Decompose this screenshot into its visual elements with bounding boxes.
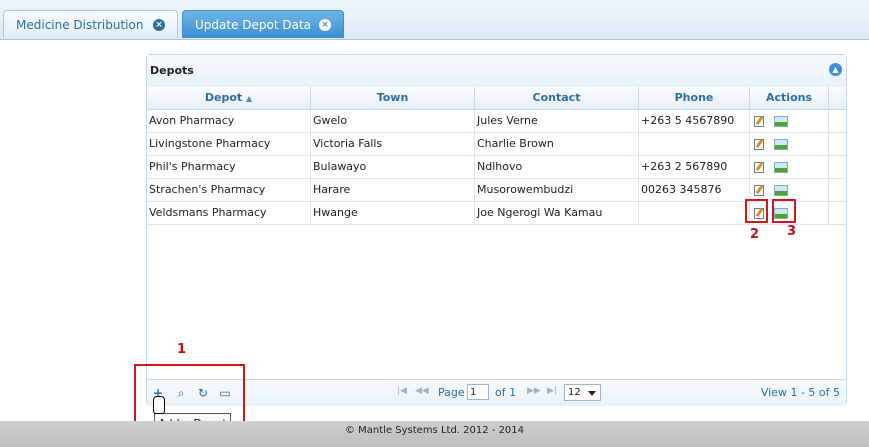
cell-phone: [639, 133, 750, 155]
cell-phone: 00263 345876: [639, 179, 750, 201]
table-row[interactable]: Strachen's Pharmacy Harare Musorowembudz…: [147, 179, 846, 202]
cell-actions: [750, 133, 829, 155]
cell-depot: Veldsmans Pharmacy: [147, 202, 311, 224]
cell-depot: Avon Pharmacy: [147, 110, 311, 132]
image-icon[interactable]: [774, 161, 788, 173]
depots-grid: Depots ▲ Depot ▲ Town Contact Phone Acti…: [146, 54, 847, 406]
cell-town: Bulawayo: [311, 156, 475, 178]
cell-town: Harare: [311, 179, 475, 201]
image-icon[interactable]: [774, 138, 788, 150]
cell-contact: Musorowembudzi: [475, 179, 639, 201]
grid-title: Depots: [150, 64, 194, 77]
tab-label: Update Depot Data: [195, 17, 312, 32]
annotation-number-2: 2: [750, 227, 760, 242]
grid-pager: + ⌕ ↻ ▭ |◀ ◀◀ Page 1 of 1 ▶▶ ▶| 12 View …: [147, 379, 846, 406]
cell-contact: Ndlhovo: [475, 156, 639, 178]
footer-copyright: © Mantle Systems Ltd. 2012 - 2014: [0, 421, 869, 447]
first-page-icon[interactable]: |◀: [397, 386, 407, 396]
grid-header: Depot ▲ Town Contact Phone Actions: [147, 87, 846, 110]
edit-icon[interactable]: [754, 138, 764, 150]
chevron-up-icon[interactable]: ▲: [829, 63, 842, 76]
column-header-contact[interactable]: Contact: [475, 87, 639, 109]
chevron-down-icon: [588, 391, 596, 396]
edit-icon[interactable]: [754, 161, 764, 173]
grid-caption: Depots ▲: [147, 55, 846, 88]
cell-town: Gwelo: [311, 110, 475, 132]
cell-phone: +263 2 567890: [639, 156, 750, 178]
tab-update-depot-data[interactable]: Update Depot Data ×: [182, 10, 344, 38]
rows-per-page-select[interactable]: 12: [564, 384, 601, 401]
annotation-number-3: 3: [787, 224, 797, 239]
tab-label: Medicine Distribution: [16, 17, 144, 32]
cell-phone: [639, 202, 750, 224]
tab-medicine-distribution[interactable]: Medicine Distribution ×: [3, 10, 178, 38]
cell-actions: [750, 110, 829, 132]
grid-body: Avon Pharmacy Gwelo Jules Verne +263 5 4…: [147, 110, 846, 225]
cell-depot: Strachen's Pharmacy: [147, 179, 311, 201]
edit-icon[interactable]: [754, 184, 764, 196]
image-icon[interactable]: [774, 115, 788, 127]
column-header-actions: Actions: [750, 87, 829, 109]
cell-town: Hwange: [311, 202, 475, 224]
page-label: Page: [438, 386, 465, 399]
column-header-town[interactable]: Town: [311, 87, 475, 109]
cell-phone: +263 5 4567890: [639, 110, 750, 132]
annotation-box-3: [772, 199, 796, 223]
page-count: of 1: [495, 386, 517, 399]
cell-depot: Livingstone Pharmacy: [147, 133, 311, 155]
table-row[interactable]: Veldsmans Pharmacy Hwange Joe Ngerogi Wa…: [147, 202, 846, 225]
annotation-number-1: 1: [177, 342, 187, 357]
annotation-box-2: [745, 199, 768, 223]
view-records-text: View 1 - 5 of 5: [760, 386, 840, 399]
cell-contact: Charlie Brown: [475, 133, 639, 155]
cell-town: Victoria Falls: [311, 133, 475, 155]
sort-asc-icon: ▲: [245, 94, 253, 103]
prev-page-icon[interactable]: ◀◀: [415, 386, 429, 396]
last-page-icon[interactable]: ▶|: [547, 386, 557, 396]
table-row[interactable]: Phil's Pharmacy Bulawayo Ndlhovo +263 2 …: [147, 156, 846, 179]
page-input[interactable]: 1: [467, 384, 489, 400]
close-icon[interactable]: ×: [153, 19, 165, 31]
edit-icon[interactable]: [754, 115, 764, 127]
cell-actions: [750, 156, 829, 178]
header-spacer: [829, 87, 846, 109]
tab-bar: Medicine Distribution × Update Depot Dat…: [0, 0, 869, 40]
cell-contact: Joe Ngerogi Wa Kamau: [475, 202, 639, 224]
close-icon[interactable]: ×: [319, 19, 331, 31]
next-page-icon[interactable]: ▶▶: [527, 386, 541, 396]
cell-actions: [750, 179, 829, 201]
cell-contact: Jules Verne: [475, 110, 639, 132]
table-row[interactable]: Avon Pharmacy Gwelo Jules Verne +263 5 4…: [147, 110, 846, 133]
column-header-depot[interactable]: Depot ▲: [147, 87, 311, 109]
image-icon[interactable]: [774, 184, 788, 196]
column-header-phone[interactable]: Phone: [639, 87, 750, 109]
table-row[interactable]: Livingstone Pharmacy Victoria Falls Char…: [147, 133, 846, 156]
cell-depot: Phil's Pharmacy: [147, 156, 311, 178]
